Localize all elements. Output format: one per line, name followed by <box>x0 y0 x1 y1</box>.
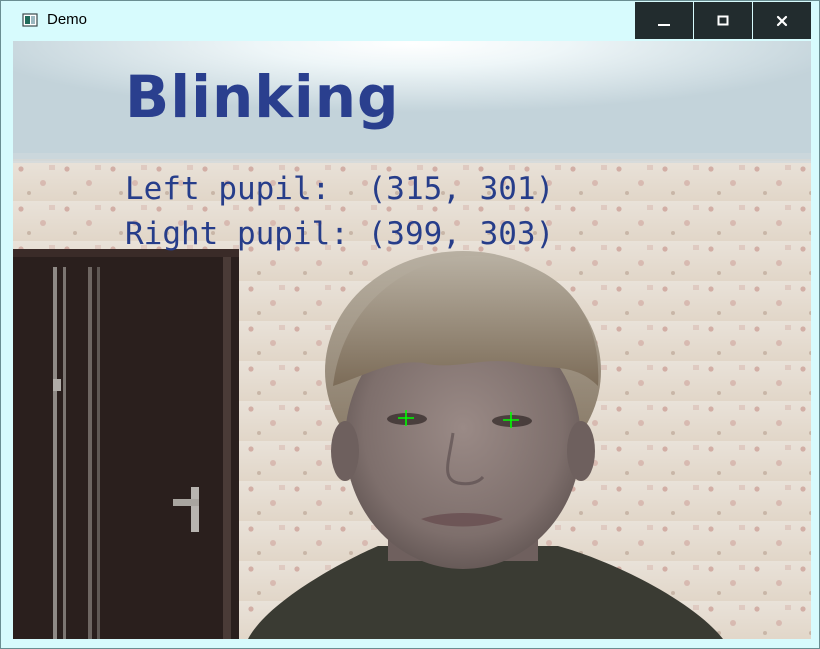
left-pupil-marker <box>398 410 414 426</box>
right-pupil-marker <box>503 412 519 428</box>
minimize-button[interactable] <box>635 2 693 39</box>
blink-status-text: Blinking <box>125 63 400 131</box>
maximize-icon <box>717 15 729 25</box>
minimize-icon <box>658 23 670 26</box>
app-window-icon <box>22 13 38 27</box>
webcam-feed: Blinking Left pupil: (315, 301) Right pu… <box>13 41 811 639</box>
title-bar[interactable]: Demo <box>1 1 819 40</box>
close-icon <box>776 15 788 26</box>
right-pupil-text: Right pupil: (399, 303) <box>125 216 555 252</box>
maximize-button[interactable] <box>694 2 752 39</box>
app-window: Demo Blinking Left pupil: (315, 301) Rig… <box>0 0 820 649</box>
close-button[interactable] <box>753 2 811 39</box>
left-pupil-text: Left pupil: (315, 301) <box>125 171 555 207</box>
window-title: Demo <box>47 11 88 28</box>
